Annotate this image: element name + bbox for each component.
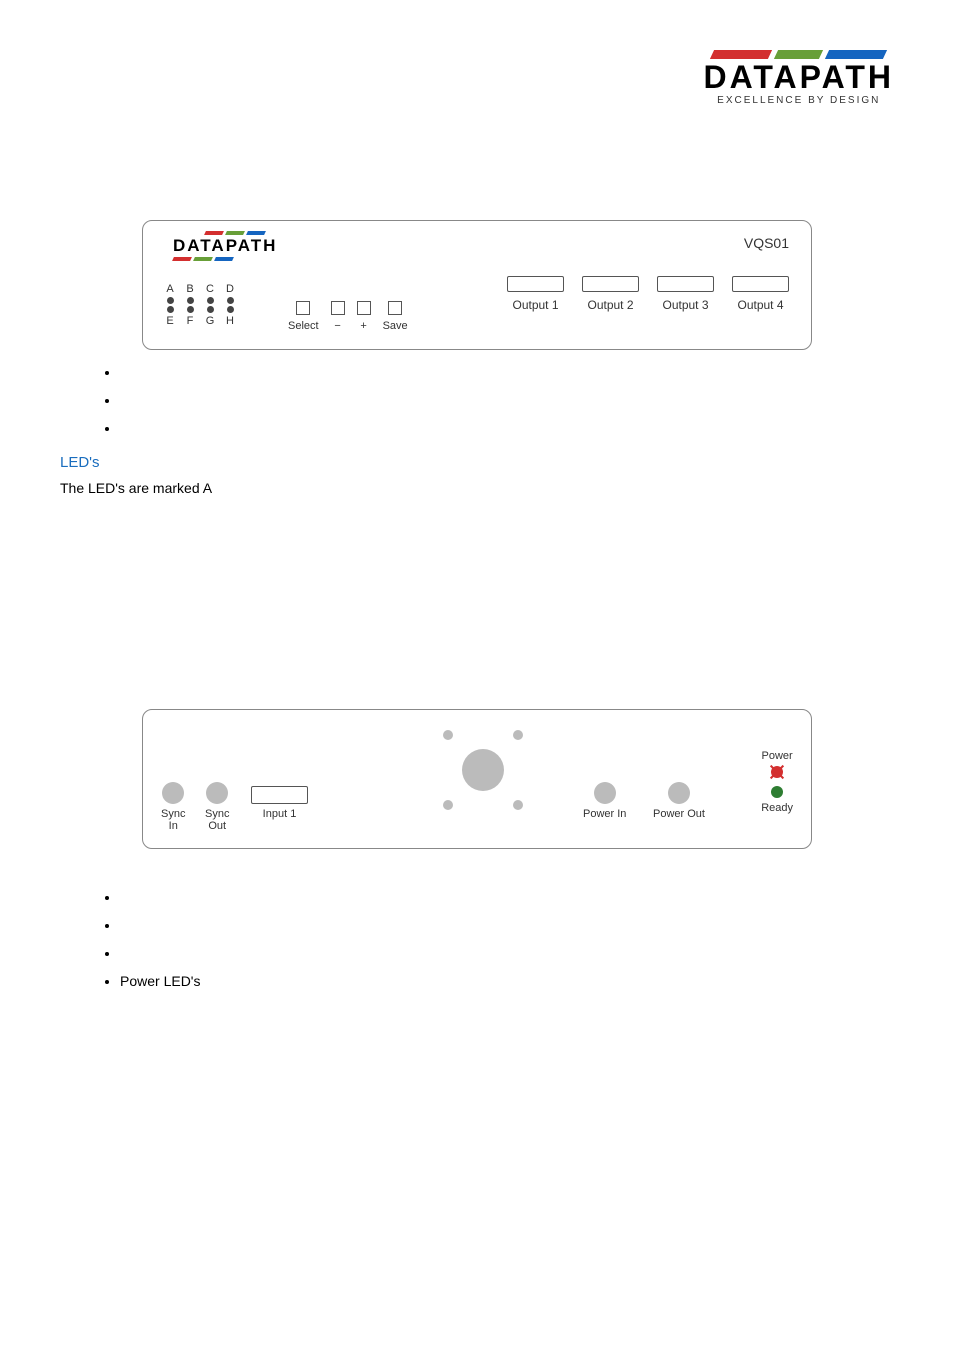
save-button-label: Save [383, 320, 408, 332]
screw-icon [513, 800, 523, 810]
sync-in-port-icon [162, 782, 184, 804]
output-2-label: Output 2 [587, 298, 633, 312]
power-out-port-icon [668, 782, 690, 804]
bullet-item [120, 392, 894, 408]
led-label-c: C [205, 283, 215, 295]
output-ports: Output 1 Output 2 Output 3 Output 4 [507, 276, 789, 312]
power-in-port-icon [594, 782, 616, 804]
power-out-label: Power Out [653, 808, 705, 820]
rear-panel-diagram: Sync In Sync Out Input 1 Power In [142, 709, 812, 849]
led-dot-icon [167, 306, 174, 313]
screw-icon [513, 730, 523, 740]
panel-brand-name: DATAPATH [173, 236, 277, 256]
input-1-port-icon [251, 786, 308, 804]
screw-icon [443, 800, 453, 810]
bullet-item: Power LED's [120, 973, 894, 989]
plus-button-label: + [360, 320, 366, 332]
output-1-label: Output 1 [512, 298, 558, 312]
power-led-red-icon [771, 766, 783, 778]
panel-model-label: VQS01 [744, 235, 789, 251]
output-port-icon [657, 276, 714, 292]
ready-label: Ready [761, 802, 793, 814]
screw-icon [443, 730, 453, 740]
led-dot-icon [187, 306, 194, 313]
led-dot-icon [227, 297, 234, 304]
led-label-b: B [185, 283, 195, 295]
front-buttons: Select − + Save [288, 301, 408, 332]
led-dot-icon [167, 297, 174, 304]
select-button-icon [296, 301, 310, 315]
output-4-label: Output 4 [737, 298, 783, 312]
bullet-item [120, 945, 894, 961]
bullet-item [120, 917, 894, 933]
minus-button-icon [331, 301, 345, 315]
sync-out-label: Sync Out [205, 808, 229, 832]
led-label-g: G [205, 315, 215, 327]
led-matrix: A B C D E [165, 283, 235, 329]
led-label-a: A [165, 283, 175, 295]
logo-bars-icon [704, 50, 894, 59]
output-port-icon [732, 276, 789, 292]
led-label-h: H [225, 315, 235, 327]
led-label-d: D [225, 283, 235, 295]
led-label-e: E [165, 315, 175, 327]
fan-icon [462, 749, 504, 791]
led-label-f: F [185, 315, 195, 327]
panel-logo-bars2-icon [173, 257, 277, 261]
sync-out-port-icon [206, 782, 228, 804]
led-dot-icon [207, 297, 214, 304]
power-in-label: Power In [583, 808, 626, 820]
bullet-item [120, 420, 894, 436]
brand-logo: DATAPATH EXCELLENCE BY DESIGN [704, 50, 894, 106]
panel-logo: DATAPATH [173, 231, 277, 261]
save-button-icon [388, 301, 402, 315]
leds-heading: LED's [60, 454, 894, 471]
select-button-label: Select [288, 320, 319, 332]
front-panel-diagram: DATAPATH VQS01 A B C D [142, 220, 812, 350]
panel-logo-bars-icon [205, 231, 277, 235]
sync-in-label: Sync In [161, 808, 185, 832]
bullet-item [120, 364, 894, 380]
output-port-icon [507, 276, 564, 292]
ready-led-green-icon [771, 786, 783, 798]
minus-button-label: − [334, 320, 340, 332]
input-1-label: Input 1 [263, 808, 297, 820]
power-label: Power [762, 750, 793, 762]
output-port-icon [582, 276, 639, 292]
brand-name: DATAPATH [704, 61, 894, 93]
output-3-label: Output 3 [662, 298, 708, 312]
led-dot-icon [227, 306, 234, 313]
front-panel-bullets [120, 364, 894, 436]
leds-text: The LED's are marked A [60, 479, 894, 497]
led-dot-icon [187, 297, 194, 304]
brand-tagline: EXCELLENCE BY DESIGN [704, 95, 894, 106]
led-dot-icon [207, 306, 214, 313]
bullet-item [120, 889, 894, 905]
plus-button-icon [357, 301, 371, 315]
rear-panel-bullets: Power LED's [120, 889, 894, 989]
